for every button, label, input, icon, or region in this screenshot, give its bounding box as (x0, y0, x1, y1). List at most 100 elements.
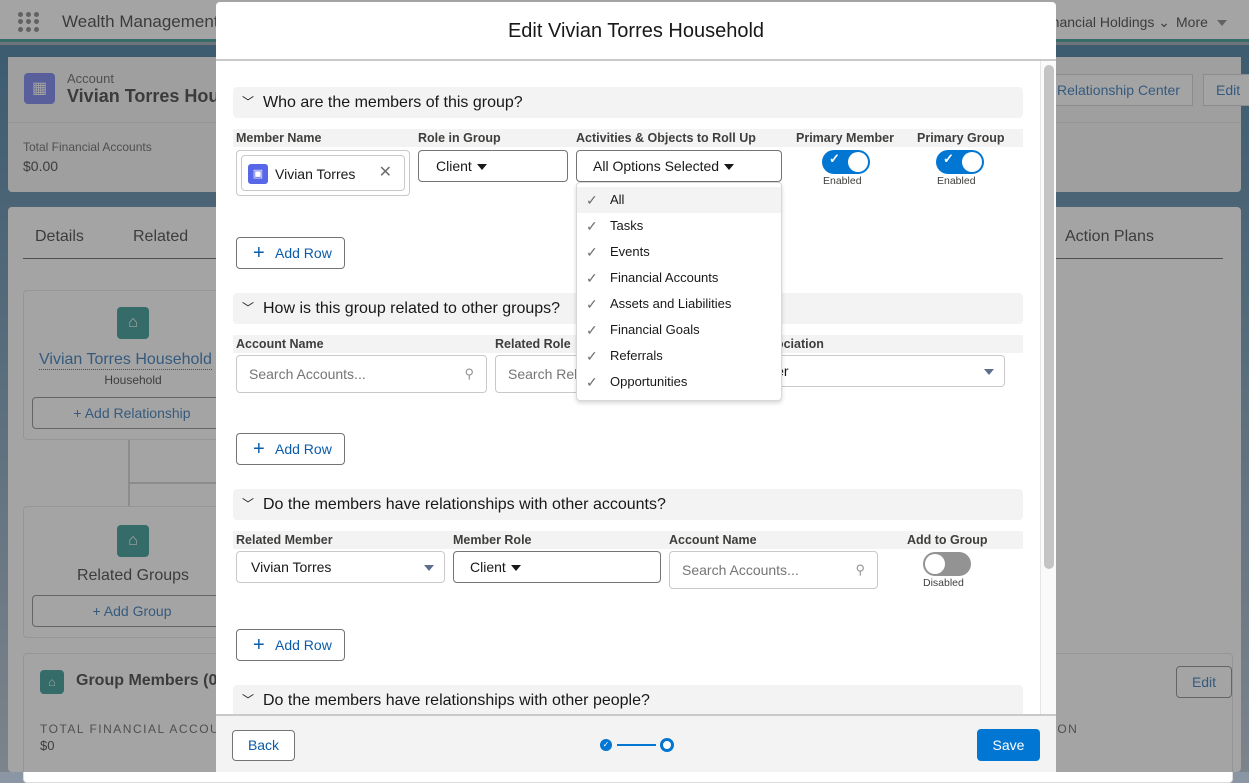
col-related-role: Related Role (495, 337, 571, 351)
plus-icon: + (253, 242, 265, 264)
section-title: Who are the members of this group? (263, 94, 523, 111)
rollup-option[interactable]: ✓ Referrals (577, 343, 781, 369)
rollup-option[interactable]: ✓ Financial Goals (577, 317, 781, 343)
members-column-headers: Member Name Role in Group Activities & O… (233, 129, 1023, 147)
primary-group-state: Enabled (937, 175, 976, 187)
col-rollup: Activities & Objects to Roll Up (576, 131, 756, 145)
related-member-value: Vivian Torres (251, 559, 332, 575)
primary-group-toggle[interactable]: ✓ (936, 150, 984, 174)
groups-add-row-button[interactable]: + Add Row (236, 433, 345, 465)
modal-body: ﹀ Who are the members of this group? Mem… (216, 61, 1056, 714)
check-icon: ✓ (586, 374, 598, 390)
add-row-label: Add Row (275, 245, 332, 261)
member-role-value: Client (470, 559, 506, 575)
col-primary-group: Primary Group (917, 131, 1005, 145)
rollup-option[interactable]: ✓ Financial Accounts (577, 265, 781, 291)
search-icon: ⚲ (464, 366, 474, 381)
check-icon: ✓ (586, 322, 598, 338)
caret-down-icon (724, 164, 735, 171)
member-pill-label: Vivian Torres (275, 166, 356, 182)
option-label: Tasks (610, 218, 644, 233)
check-icon: ✓ (586, 348, 598, 364)
caret-down-icon (510, 565, 521, 572)
account-search[interactable]: Search Accounts... ⚲ (669, 551, 878, 589)
check-icon: ✓ (829, 151, 840, 166)
section-title: Do the members have relationships with o… (263, 692, 650, 709)
rollup-dropdown: ✓ All ✓ Tasks ✓ Events ✓ Financial Accounts … (576, 182, 782, 401)
role-in-group-select[interactable]: Client (418, 150, 568, 182)
add-to-group-state: Disabled (923, 577, 964, 589)
col-member-name: Member Name (236, 131, 322, 145)
primary-member-toggle[interactable]: ✓ (822, 150, 870, 174)
member-role-select[interactable]: Client (453, 551, 661, 583)
chevron-down-icon: ﹀ (242, 497, 255, 511)
section-title: How is this group related to other group… (263, 300, 561, 317)
rollup-option[interactable]: ✓ Opportunities (577, 369, 781, 395)
modal-footer: Back ✓ Save (216, 714, 1056, 772)
col-related-member: Related Member (236, 533, 333, 547)
modal-title: Edit Vivian Torres Household (216, 2, 1056, 61)
member-name-field: ▣ Vivian Torres ✕ (236, 150, 410, 196)
rollup-value: All Options Selected (593, 158, 720, 174)
progress-line (617, 744, 656, 746)
option-label: Opportunities (610, 374, 688, 389)
col-add-to-group: Add to Group (907, 533, 988, 547)
edit-household-modal: Edit Vivian Torres Household ﹀ Who are t… (216, 2, 1056, 772)
check-icon: ✓ (586, 296, 598, 312)
plus-icon: + (253, 634, 265, 656)
rollup-option[interactable]: ✓ Tasks (577, 213, 781, 239)
caret-down-icon (424, 565, 434, 571)
members-add-row-button[interactable]: + Add Row (236, 237, 345, 269)
scrollbar-thumb[interactable] (1044, 65, 1054, 569)
group-account-search[interactable]: Search Accounts... ⚲ (236, 355, 487, 393)
section-title: Do the members have relationships with o… (263, 496, 666, 513)
check-icon: ✓ (586, 270, 598, 286)
scrollbar-track[interactable] (1040, 61, 1056, 714)
check-icon: ✓ (586, 218, 598, 234)
plus-icon: + (253, 438, 265, 460)
member-pill[interactable]: ▣ Vivian Torres ✕ (241, 155, 405, 191)
role-value: Client (436, 158, 472, 174)
back-button[interactable]: Back (232, 730, 295, 761)
accounts-column-headers: Related Member Member Role Account Name … (233, 531, 1023, 549)
col-account-name: Account Name (669, 533, 757, 547)
section-accounts-header[interactable]: ﹀ Do the members have relationships with… (233, 489, 1023, 520)
remove-icon[interactable]: ✕ (379, 162, 392, 182)
option-label: Financial Accounts (610, 270, 719, 285)
option-label: Events (610, 244, 650, 259)
rollup-option[interactable]: ✓ Assets and Liabilities (577, 291, 781, 317)
placeholder: Search Accounts... (682, 562, 799, 578)
caret-down-icon (476, 164, 487, 171)
accounts-add-row-button[interactable]: + Add Row (236, 629, 345, 661)
progress-indicator: ✓ (600, 738, 676, 752)
rollup-option[interactable]: ✓ All (577, 187, 781, 213)
col-member-role: Member Role (453, 533, 532, 547)
add-row-label: Add Row (275, 637, 332, 653)
col-account-name: Account Name (236, 337, 324, 351)
chevron-down-icon: ﹀ (242, 301, 255, 315)
section-members-header[interactable]: ﹀ Who are the members of this group? (233, 87, 1023, 118)
chevron-down-icon: ﹀ (242, 693, 255, 707)
check-icon: ✓ (943, 151, 954, 166)
option-label: Referrals (610, 348, 663, 363)
col-primary-member: Primary Member (796, 131, 894, 145)
rollup-option[interactable]: ✓ Events (577, 239, 781, 265)
step-complete-icon[interactable]: ✓ (600, 739, 612, 751)
rollup-multiselect[interactable]: All Options Selected (576, 150, 782, 182)
col-role-in-group: Role in Group (418, 131, 501, 145)
section-people-header[interactable]: ﹀ Do the members have relationships with… (233, 685, 1023, 714)
chevron-down-icon: ﹀ (242, 95, 255, 109)
save-button[interactable]: Save (977, 729, 1040, 761)
check-icon: ✓ (586, 244, 598, 260)
step-current-icon[interactable] (660, 738, 674, 752)
search-icon: ⚲ (855, 562, 865, 577)
primary-member-state: Enabled (823, 175, 862, 187)
option-label: Assets and Liabilities (610, 296, 732, 311)
caret-down-icon (984, 369, 994, 375)
check-icon: ✓ (586, 192, 598, 208)
person-account-icon: ▣ (248, 164, 268, 184)
add-to-group-toggle[interactable] (923, 552, 971, 576)
option-label: Financial Goals (610, 322, 700, 337)
related-member-select[interactable]: Vivian Torres (236, 551, 445, 583)
option-label: All (610, 192, 625, 207)
